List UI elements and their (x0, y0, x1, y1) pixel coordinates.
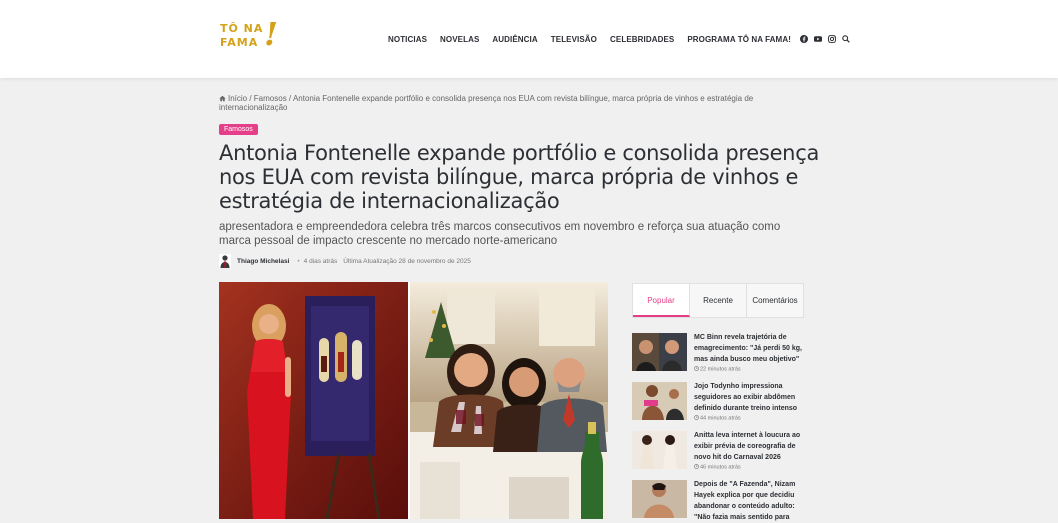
tab-recente[interactable]: Recente (690, 284, 747, 317)
post-title[interactable]: Depois de "A Fazenda", Nizam Hayek expli… (694, 479, 806, 523)
category-badge[interactable]: Famosos (219, 124, 258, 135)
post-title[interactable]: Anitta leva internet à loucura ao exibir… (694, 430, 806, 463)
main-nav: NOTICIAS NOVELAS AUDIÊNCIA TELEVISÃO CEL… (388, 32, 850, 46)
breadcrumb-section[interactable]: Famosos (254, 94, 287, 103)
post-time-text: 22 minutos atrás (700, 366, 741, 373)
article-featured-image[interactable] (219, 282, 608, 519)
home-icon (219, 95, 226, 102)
youtube-icon[interactable] (813, 35, 822, 43)
list-item[interactable]: Depois de "A Fazenda", Nizam Hayek expli… (632, 479, 806, 523)
post-thumbnail[interactable] (632, 480, 687, 518)
article-meta: Thiago Michelasi • 4 dias atrás Última A… (219, 254, 471, 268)
breadcrumb-separator: / (247, 94, 254, 103)
article-title: Antonia Fontenelle expande portfólio e c… (219, 141, 820, 213)
nav-item-televisao[interactable]: TELEVISÃO (551, 35, 597, 44)
sidebar-tabs: Popular Recente Comentários (632, 283, 804, 318)
list-item[interactable]: MC Binn revela trajetória de emagrecimen… (632, 333, 804, 373)
list-item[interactable]: Jojo Todynho impressiona seguidores ao e… (632, 382, 804, 422)
meta-separator: • (297, 257, 300, 265)
search-icon[interactable] (842, 35, 850, 43)
post-thumbnail[interactable] (632, 333, 687, 371)
author-name[interactable]: Thiago Michelasi (237, 258, 289, 265)
post-thumbnail[interactable] (632, 382, 687, 420)
breadcrumb-current: Antonia Fontenelle expande portfólio e c… (219, 94, 754, 112)
clock-icon (694, 366, 699, 371)
clock-icon (694, 415, 699, 420)
post-title[interactable]: Jojo Todynho impressiona seguidores ao e… (694, 381, 806, 414)
logo-line2: FAMA (220, 36, 259, 49)
site-logo[interactable]: TÔ NA FAMA ! (220, 15, 280, 58)
post-time: 46 minutos atrás (694, 464, 741, 471)
left-photo (219, 282, 408, 519)
list-item[interactable]: Anitta leva internet à loucura ao exibir… (632, 431, 804, 471)
author-avatar[interactable] (219, 254, 231, 268)
post-time-text: 44 minutos atrás (700, 415, 741, 422)
instagram-icon[interactable] (828, 35, 836, 43)
post-thumbnail[interactable] (632, 431, 687, 469)
logo-mark: ! (264, 15, 279, 53)
publish-time: 4 dias atrás (303, 257, 338, 265)
right-photo (410, 282, 608, 519)
logo-line1: TÔ NA (220, 22, 264, 35)
nav-item-programa[interactable]: PROGRAMA TÔ NA FAMA! (687, 35, 791, 44)
breadcrumb: Início / Famosos / Antonia Fontenelle ex… (219, 94, 809, 112)
post-time: 44 minutos atrás (694, 415, 741, 422)
article-subtitle: apresentadora e empreendedora celebra tr… (219, 221, 781, 247)
social-icons (799, 35, 850, 43)
clock-icon (694, 464, 699, 469)
nav-item-novelas[interactable]: NOVELAS (440, 35, 479, 44)
post-title[interactable]: MC Binn revela trajetória de emagrecimen… (694, 332, 806, 365)
updated-time: Última Atualização 28 de novembro de 202… (343, 257, 471, 265)
sidebar-widget: Popular Recente Comentários MC Binn reve… (632, 283, 804, 521)
nav-item-audiencia[interactable]: AUDIÊNCIA (492, 35, 537, 44)
post-time-text: 46 minutos atrás (700, 464, 741, 471)
nav-item-noticias[interactable]: NOTICIAS (388, 35, 427, 44)
breadcrumb-home[interactable]: Início (228, 94, 247, 103)
facebook-icon[interactable] (799, 35, 808, 43)
post-time: 22 minutos atrás (694, 366, 741, 373)
tab-popular[interactable]: Popular (633, 284, 690, 317)
tab-comentarios[interactable]: Comentários (747, 284, 803, 317)
nav-item-celebridades[interactable]: CELEBRIDADES (610, 35, 674, 44)
site-header: TÔ NA FAMA ! NOTICIAS NOVELAS AUDIÊNCIA … (0, 0, 1058, 78)
